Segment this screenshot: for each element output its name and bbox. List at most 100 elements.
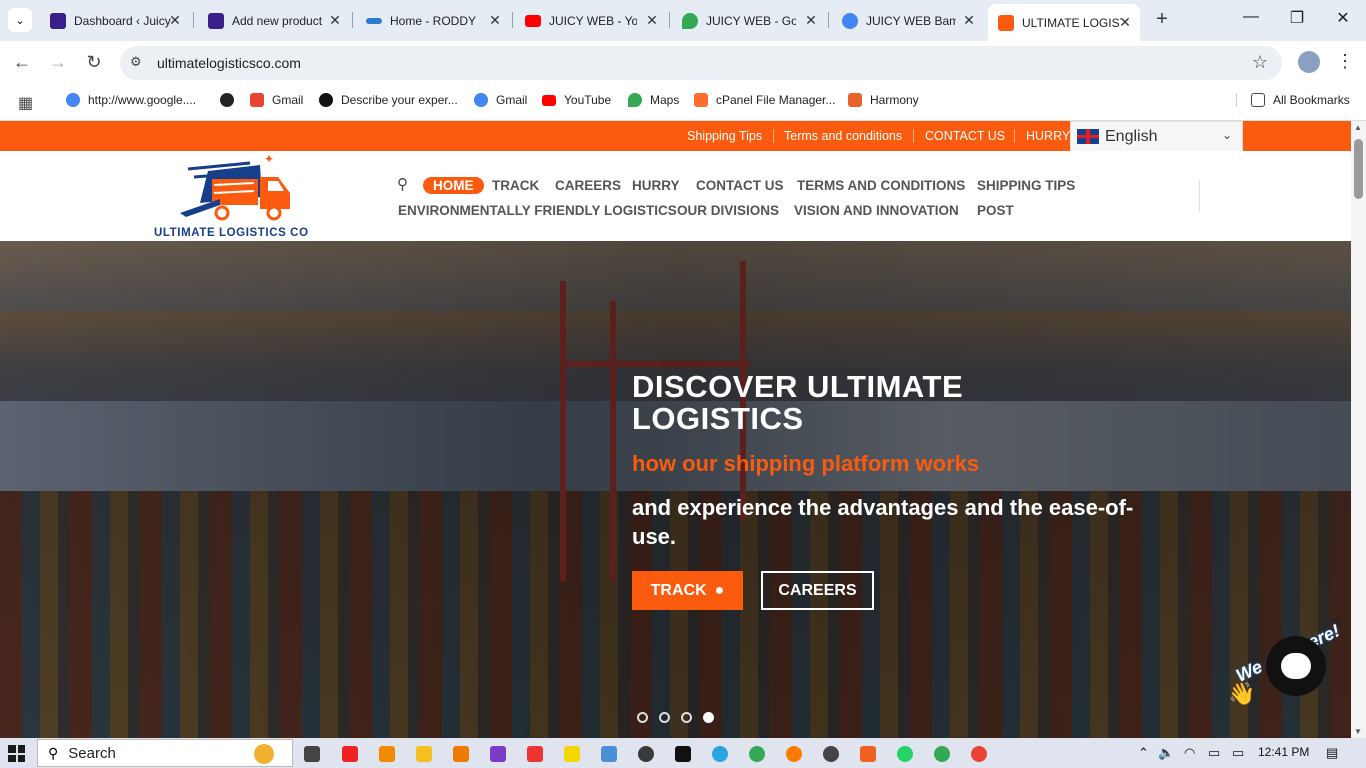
reload-icon[interactable]: ↻ bbox=[82, 52, 106, 73]
bookmark-cpanel[interactable]: cPanel File Manager... bbox=[694, 93, 835, 107]
battery-icon[interactable]: ▭ bbox=[1208, 745, 1220, 761]
site-info-icon[interactable]: ⚙ bbox=[130, 54, 142, 70]
new-tab-button[interactable]: + bbox=[1150, 8, 1174, 31]
slide-dot-1[interactable] bbox=[637, 712, 648, 723]
search-icon[interactable]: ⚲ bbox=[397, 175, 408, 193]
sublime-icon[interactable] bbox=[379, 746, 395, 762]
nav-vision[interactable]: VISION AND INNOVATION bbox=[794, 203, 959, 218]
youtube-app-icon[interactable] bbox=[342, 746, 358, 762]
bookmark-gmail-2[interactable]: Gmail bbox=[474, 93, 527, 107]
nav-track[interactable]: TRACK bbox=[492, 178, 539, 193]
tray-chevron-icon[interactable]: ⌃ bbox=[1138, 745, 1149, 761]
uk-flag-icon bbox=[1077, 129, 1099, 144]
tab-roddy[interactable]: Home - RODDY ✕ bbox=[356, 7, 510, 35]
browser-tab-strip: ⌄ Dashboard ‹ Juicy ✕ Add new product ✕ … bbox=[0, 0, 1366, 41]
player-icon[interactable] bbox=[564, 746, 580, 762]
close-tab-icon[interactable]: ✕ bbox=[166, 12, 184, 29]
nav-contact-us[interactable]: CONTACT US bbox=[696, 178, 784, 193]
close-window-button[interactable]: ✕ bbox=[1328, 8, 1358, 28]
site-logo[interactable]: ✦ ULTIMATE LOGISTICS CO bbox=[150, 152, 325, 241]
hero-track-button[interactable]: TRACK ● bbox=[632, 571, 743, 610]
recorder-icon[interactable] bbox=[527, 746, 543, 762]
telegram-icon[interactable] bbox=[712, 746, 728, 762]
vlc-icon[interactable] bbox=[453, 746, 469, 762]
tab-youtube[interactable]: JUICY WEB - YouTube ✕ bbox=[515, 7, 667, 35]
forward-arrow-icon[interactable]: → bbox=[46, 52, 70, 73]
minimize-button[interactable]: — bbox=[1236, 8, 1266, 26]
tab-google-search[interactable]: JUICY WEB Bamenda ✕ bbox=[832, 7, 984, 35]
profile-avatar[interactable] bbox=[1298, 51, 1320, 73]
app-icon[interactable] bbox=[601, 746, 617, 762]
notifications-icon[interactable]: ▤ bbox=[1326, 745, 1338, 761]
capcut-icon[interactable] bbox=[675, 746, 691, 762]
close-tab-icon[interactable]: ✕ bbox=[643, 12, 661, 29]
bookmark-gmail[interactable]: Gmail bbox=[250, 93, 303, 107]
topbar-link-hurry[interactable]: HURRY bbox=[1026, 129, 1070, 143]
tab-search-button[interactable]: ⌄ bbox=[8, 8, 32, 32]
file-explorer-icon[interactable] bbox=[416, 746, 432, 762]
topbar-link-shipping-tips[interactable]: Shipping Tips bbox=[687, 129, 762, 143]
tab-ultimate-logistics[interactable]: ULTIMATE LOGISTICS ✕ bbox=[988, 4, 1140, 41]
truck-logo-icon: ✦ bbox=[180, 152, 290, 221]
bookmark-youtube[interactable]: YouTube bbox=[542, 93, 611, 107]
language-selector[interactable]: English ⌄ bbox=[1070, 121, 1243, 152]
nav-shipping-tips[interactable]: SHIPPING TIPS bbox=[977, 178, 1075, 193]
firefox-icon[interactable] bbox=[786, 746, 802, 762]
scroll-down-icon[interactable]: ▼ bbox=[1354, 727, 1362, 736]
slide-dot-4-active[interactable] bbox=[703, 712, 714, 723]
nav-divisions[interactable]: OUR DIVISIONS bbox=[677, 203, 779, 218]
scroll-up-icon[interactable]: ▲ bbox=[1354, 123, 1362, 132]
close-tab-icon[interactable]: ✕ bbox=[802, 12, 820, 29]
apps-grid-icon[interactable]: ▦ bbox=[18, 93, 33, 113]
chat-widget-button[interactable] bbox=[1266, 636, 1326, 696]
waving-hand-icon: 👋 bbox=[1228, 681, 1256, 706]
hero-careers-button[interactable]: CAREERS bbox=[761, 571, 874, 610]
media-app-icon[interactable] bbox=[490, 746, 506, 762]
close-tab-icon[interactable]: ✕ bbox=[486, 12, 504, 29]
topbar-link-contact[interactable]: CONTACT US bbox=[925, 129, 1005, 143]
nav-hurry[interactable]: HURRY bbox=[632, 178, 680, 193]
nav-careers[interactable]: CAREERS bbox=[555, 178, 621, 193]
task-view-icon[interactable] bbox=[304, 746, 320, 762]
tab-add-product[interactable]: Add new product ✕ bbox=[198, 7, 350, 35]
kebab-menu-icon[interactable]: ⋮ bbox=[1336, 51, 1354, 72]
nav-eco-logistics[interactable]: ENVIRONMENTALLY FRIENDLY LOGISTICS bbox=[398, 203, 677, 218]
tab-dashboard[interactable]: Dashboard ‹ Juicy ✕ bbox=[40, 7, 190, 35]
tab-maps[interactable]: JUICY WEB - Google Maps ✕ bbox=[672, 7, 826, 35]
windows-start-icon[interactable] bbox=[8, 745, 25, 762]
page-scrollbar[interactable]: ▲ ▼ bbox=[1351, 121, 1366, 738]
media-player-icon[interactable] bbox=[823, 746, 839, 762]
all-bookmarks[interactable]: All Bookmarks bbox=[1236, 93, 1350, 107]
chrome-icon[interactable] bbox=[971, 746, 987, 762]
camera-app-icon[interactable] bbox=[860, 746, 876, 762]
close-tab-icon[interactable]: ✕ bbox=[1116, 14, 1134, 31]
chrome-icon[interactable] bbox=[934, 746, 950, 762]
nav-home[interactable]: HOME bbox=[423, 177, 484, 194]
scroll-thumb[interactable] bbox=[1354, 139, 1363, 199]
clock[interactable]: 12:41 PM bbox=[1258, 745, 1309, 759]
slide-dot-3[interactable] bbox=[681, 712, 692, 723]
chrome-icon[interactable] bbox=[749, 746, 765, 762]
url-text[interactable]: ultimatelogisticsco.com bbox=[157, 55, 301, 71]
bookmark-maps[interactable]: Maps bbox=[628, 93, 679, 107]
bookmark-upwork[interactable]: Describe your exper... bbox=[319, 93, 458, 107]
restore-button[interactable]: ❐ bbox=[1282, 8, 1312, 28]
nav-post[interactable]: POST bbox=[977, 203, 1014, 218]
network-icon[interactable]: ▭ bbox=[1232, 745, 1244, 761]
close-tab-icon[interactable]: ✕ bbox=[326, 12, 344, 29]
taskbar-search-box[interactable]: ⚲ Search bbox=[37, 739, 293, 767]
app-icon[interactable] bbox=[638, 746, 654, 762]
bookmark-star-icon[interactable]: ☆ bbox=[1252, 52, 1268, 73]
back-arrow-icon[interactable]: ← bbox=[10, 52, 34, 73]
slide-dot-2[interactable] bbox=[659, 712, 670, 723]
bookmark-google-url[interactable]: http://www.google.... bbox=[66, 93, 196, 107]
nav-terms[interactable]: TERMS AND CONDITIONS bbox=[797, 178, 965, 193]
address-bar[interactable]: ⚙ ultimatelogisticsco.com ☆ bbox=[120, 46, 1282, 80]
bookmark-globe[interactable] bbox=[220, 93, 242, 107]
volume-icon[interactable]: 🔈 bbox=[1158, 745, 1174, 761]
bookmark-harmony[interactable]: Harmony bbox=[848, 93, 919, 107]
wifi-icon[interactable]: ◠ bbox=[1184, 745, 1195, 761]
close-tab-icon[interactable]: ✕ bbox=[960, 12, 978, 29]
topbar-link-terms[interactable]: Terms and conditions bbox=[784, 129, 902, 143]
whatsapp-icon[interactable] bbox=[897, 746, 913, 762]
